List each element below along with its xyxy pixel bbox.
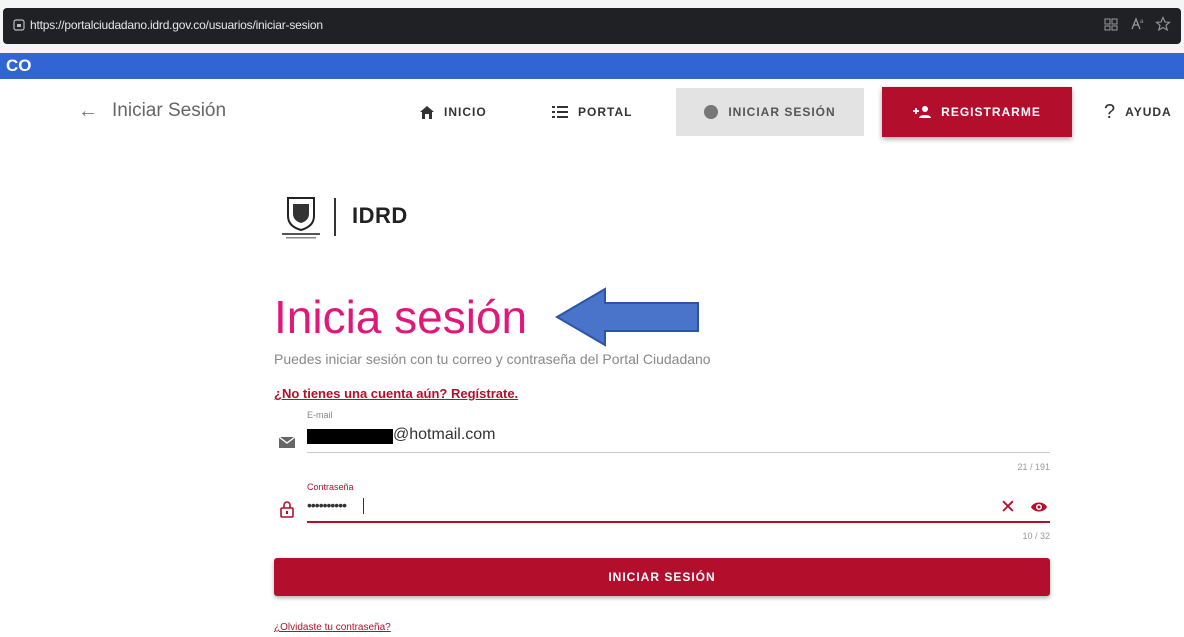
password-label: Contraseña — [307, 482, 354, 492]
nav-portal-label: PORTAL — [578, 105, 633, 119]
login-subtitle: Puedes iniciar sesión con tu correo y co… — [274, 351, 711, 367]
list-icon — [552, 106, 568, 118]
email-underline — [307, 452, 1050, 453]
eye-icon[interactable] — [1030, 500, 1048, 514]
login-heading: Inicia sesión — [274, 291, 528, 343]
nav-inicio-label: INICIO — [444, 105, 487, 119]
favorite-star-icon[interactable] — [1155, 16, 1171, 32]
password-value[interactable]: •••••••••• — [307, 497, 347, 513]
nav-portal-button[interactable]: PORTAL — [552, 88, 632, 136]
address-bar[interactable]: https://portalciudadano.idrd.gov.co/usua… — [3, 8, 1181, 44]
url-text[interactable]: https://portalciudadano.idrd.gov.co/usua… — [30, 18, 323, 32]
user-circle-icon — [704, 105, 719, 119]
password-underline — [307, 521, 1050, 523]
question-icon: ? — [1104, 100, 1116, 123]
nav-registrarme-button[interactable]: REGISTRARME — [882, 87, 1072, 137]
left-arrow-annotation-icon — [555, 287, 699, 347]
nav-registrarme-label: REGISTRARME — [941, 105, 1041, 119]
lock-icon — [280, 501, 294, 518]
brand-name: IDRD — [352, 203, 408, 228]
svg-text:a: a — [1140, 19, 1144, 25]
text-caret — [363, 498, 364, 514]
idrd-logo: IDRD — [280, 196, 420, 240]
back-arrow-icon[interactable]: ← — [78, 100, 98, 123]
header-strip: CO — [0, 53, 1184, 79]
page-title: Iniciar Sesión — [112, 100, 227, 121]
home-icon — [420, 105, 434, 119]
nav-iniciar-sesion-button[interactable]: INICIAR SESIÓN — [676, 88, 864, 136]
browser-chrome: https://portalciudadano.idrd.gov.co/usua… — [0, 0, 1184, 53]
browser-tools: a — [1103, 16, 1171, 32]
login-submit-button[interactable]: INICIAR SESIÓN — [274, 558, 1050, 596]
header-strip-text: CO — [6, 56, 32, 75]
logo-divider — [334, 198, 336, 236]
nav-inicio-button[interactable]: INICIO — [420, 88, 487, 136]
app-available-icon[interactable] — [1103, 16, 1119, 32]
bogota-shield-icon — [282, 197, 320, 239]
page-info-icon[interactable] — [13, 19, 25, 31]
email-field[interactable]: E-mail @hotmail.com 21 / 191 — [274, 408, 1050, 478]
nav-iniciar-sesion-label: INICIAR SESIÓN — [728, 105, 836, 119]
top-navigation: ← Iniciar Sesión INICIO PORTAL INICIAR S… — [0, 80, 1184, 142]
mail-icon — [278, 436, 296, 448]
redacted-block — [307, 429, 393, 444]
register-link[interactable]: ¿No tienes una cuenta aún? Regístrate. — [274, 386, 518, 401]
email-label: E-mail — [307, 410, 333, 420]
forgot-password-link[interactable]: ¿Olvidaste tu contraseña? — [274, 622, 391, 633]
password-field[interactable]: Contraseña •••••••••• ✕ 10 / 32 — [274, 478, 1050, 550]
read-aloud-icon[interactable]: a — [1129, 16, 1145, 32]
email-value[interactable]: @hotmail.com — [393, 426, 496, 444]
nav-ayuda-button[interactable]: ? AYUDA — [1104, 88, 1172, 136]
person-add-icon — [913, 106, 932, 118]
email-counter: 21 / 191 — [1017, 462, 1050, 472]
password-counter: 10 / 32 — [1022, 531, 1050, 541]
nav-ayuda-label: AYUDA — [1125, 105, 1172, 119]
clear-x-icon[interactable]: ✕ — [1000, 498, 1016, 517]
